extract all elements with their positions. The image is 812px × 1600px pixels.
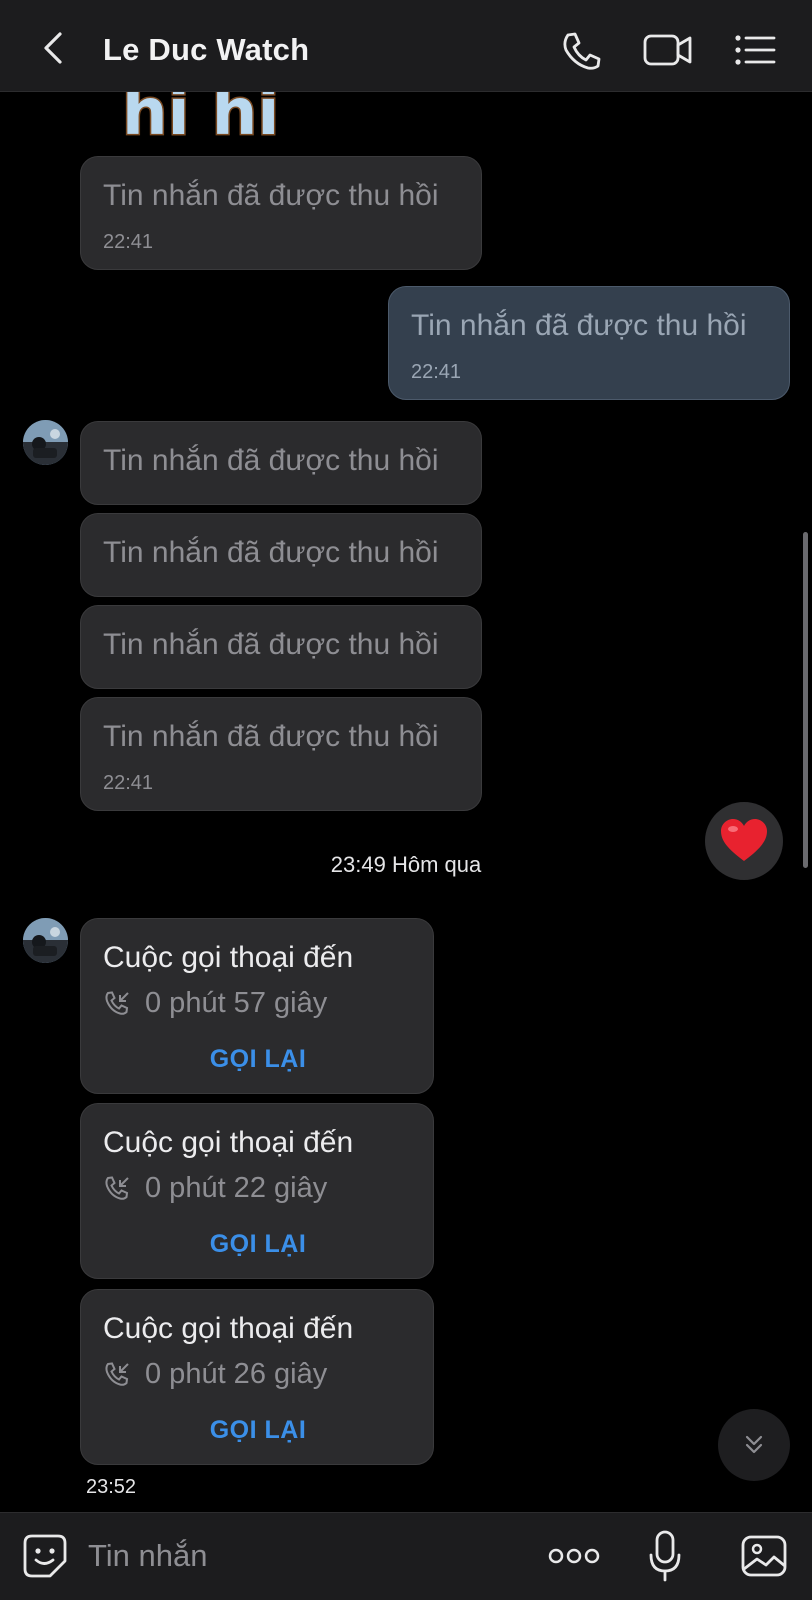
message-text: Tin nhắn đã được thu hồi [103, 536, 439, 569]
message-text: Tin nhắn đã được thu hồi [411, 309, 747, 342]
phone-icon [563, 32, 601, 70]
message-text: Tin nhắn đã được thu hồi [103, 179, 439, 212]
message-bubble-incoming[interactable]: Tin nhắn đã được thu hồi [80, 513, 482, 597]
image-icon [741, 1535, 787, 1577]
call-log-card: Cuộc gọi thoại đến 0 phút 26 giây GỌI LẠ… [80, 1289, 434, 1465]
call-back-button[interactable]: GỌI LẠI [81, 1045, 435, 1074]
call-back-button[interactable]: GỌI LẠI [81, 1416, 435, 1445]
message-bubble-incoming[interactable]: Tin nhắn đã được thu hồi 22:41 [80, 156, 482, 270]
date-separator: 23:49 Hôm qua [330, 852, 482, 877]
call-duration: 0 phút 26 giây [145, 1358, 328, 1390]
chat-screen: Le Duc Watch hi hi Tin nhắn đã được thu … [0, 0, 812, 1600]
call-title: Cuộc gọi thoại đến [103, 1312, 354, 1345]
call-duration: 0 phút 22 giây [145, 1172, 328, 1204]
call-log-card: Cuộc gọi thoại đến 0 phút 57 giây GỌI LẠ… [80, 918, 434, 1094]
incoming-call-icon [105, 990, 129, 1015]
call-meta: 0 phút 26 giây [103, 1358, 327, 1391]
message-bubble-incoming[interactable]: Tin nhắn đã được thu hồi 22:41 [80, 697, 482, 811]
message-time: 22:41 [411, 361, 462, 383]
back-button[interactable] [36, 28, 72, 68]
chevron-left-icon [44, 32, 62, 64]
more-dots-icon [548, 1548, 600, 1564]
message-input[interactable] [88, 1533, 508, 1579]
incoming-call-icon [105, 1361, 129, 1386]
avatar[interactable] [23, 420, 68, 465]
page-title[interactable]: Le Duc Watch [103, 32, 309, 68]
message-bubble-outgoing[interactable]: Tin nhắn đã được thu hồi 22:41 [388, 286, 790, 400]
call-log-card: Cuộc gọi thoại đến 0 phút 22 giây GỌI LẠ… [80, 1103, 434, 1279]
avatar[interactable] [23, 918, 68, 963]
call-title: Cuộc gọi thoại đến [103, 941, 354, 974]
more-options-button[interactable] [548, 1543, 600, 1569]
message-text: Tin nhắn đã được thu hồi [103, 444, 439, 477]
double-chevron-down-icon [745, 1435, 763, 1454]
smiley-sticker-icon [23, 1534, 67, 1578]
message-time: 22:41 [103, 772, 154, 794]
message-time: 22:41 [103, 231, 154, 253]
chat-header: Le Duc Watch [0, 0, 812, 92]
message-bubble-incoming[interactable]: Tin nhắn đã được thu hồi [80, 421, 482, 505]
list-icon [735, 35, 776, 65]
video-camera-icon [643, 34, 692, 66]
call-duration: 0 phút 57 giây [145, 987, 328, 1019]
scroll-to-bottom-button[interactable] [718, 1409, 790, 1481]
call-meta: 0 phút 57 giây [103, 987, 327, 1020]
image-picker-button[interactable] [740, 1533, 788, 1579]
scrollbar[interactable] [803, 532, 808, 868]
sticker-button[interactable] [22, 1533, 68, 1579]
video-call-button[interactable] [642, 30, 694, 70]
call-back-button[interactable]: GỌI LẠI [81, 1230, 435, 1259]
message-bubble-incoming[interactable]: Tin nhắn đã được thu hồi [80, 605, 482, 689]
menu-button[interactable] [734, 30, 778, 70]
incoming-call-icon [105, 1175, 129, 1200]
message-time: 23:52 [80, 1474, 143, 1501]
voice-message-button[interactable] [648, 1529, 682, 1583]
microphone-icon [649, 1530, 681, 1582]
call-meta: 0 phút 22 giây [103, 1172, 327, 1205]
call-title: Cuộc gọi thoại đến [103, 1126, 354, 1159]
message-text: Tin nhắn đã được thu hồi [103, 628, 439, 661]
message-composer [0, 1512, 812, 1600]
voice-call-button[interactable] [560, 30, 602, 70]
message-text: Tin nhắn đã được thu hồi [103, 720, 439, 753]
